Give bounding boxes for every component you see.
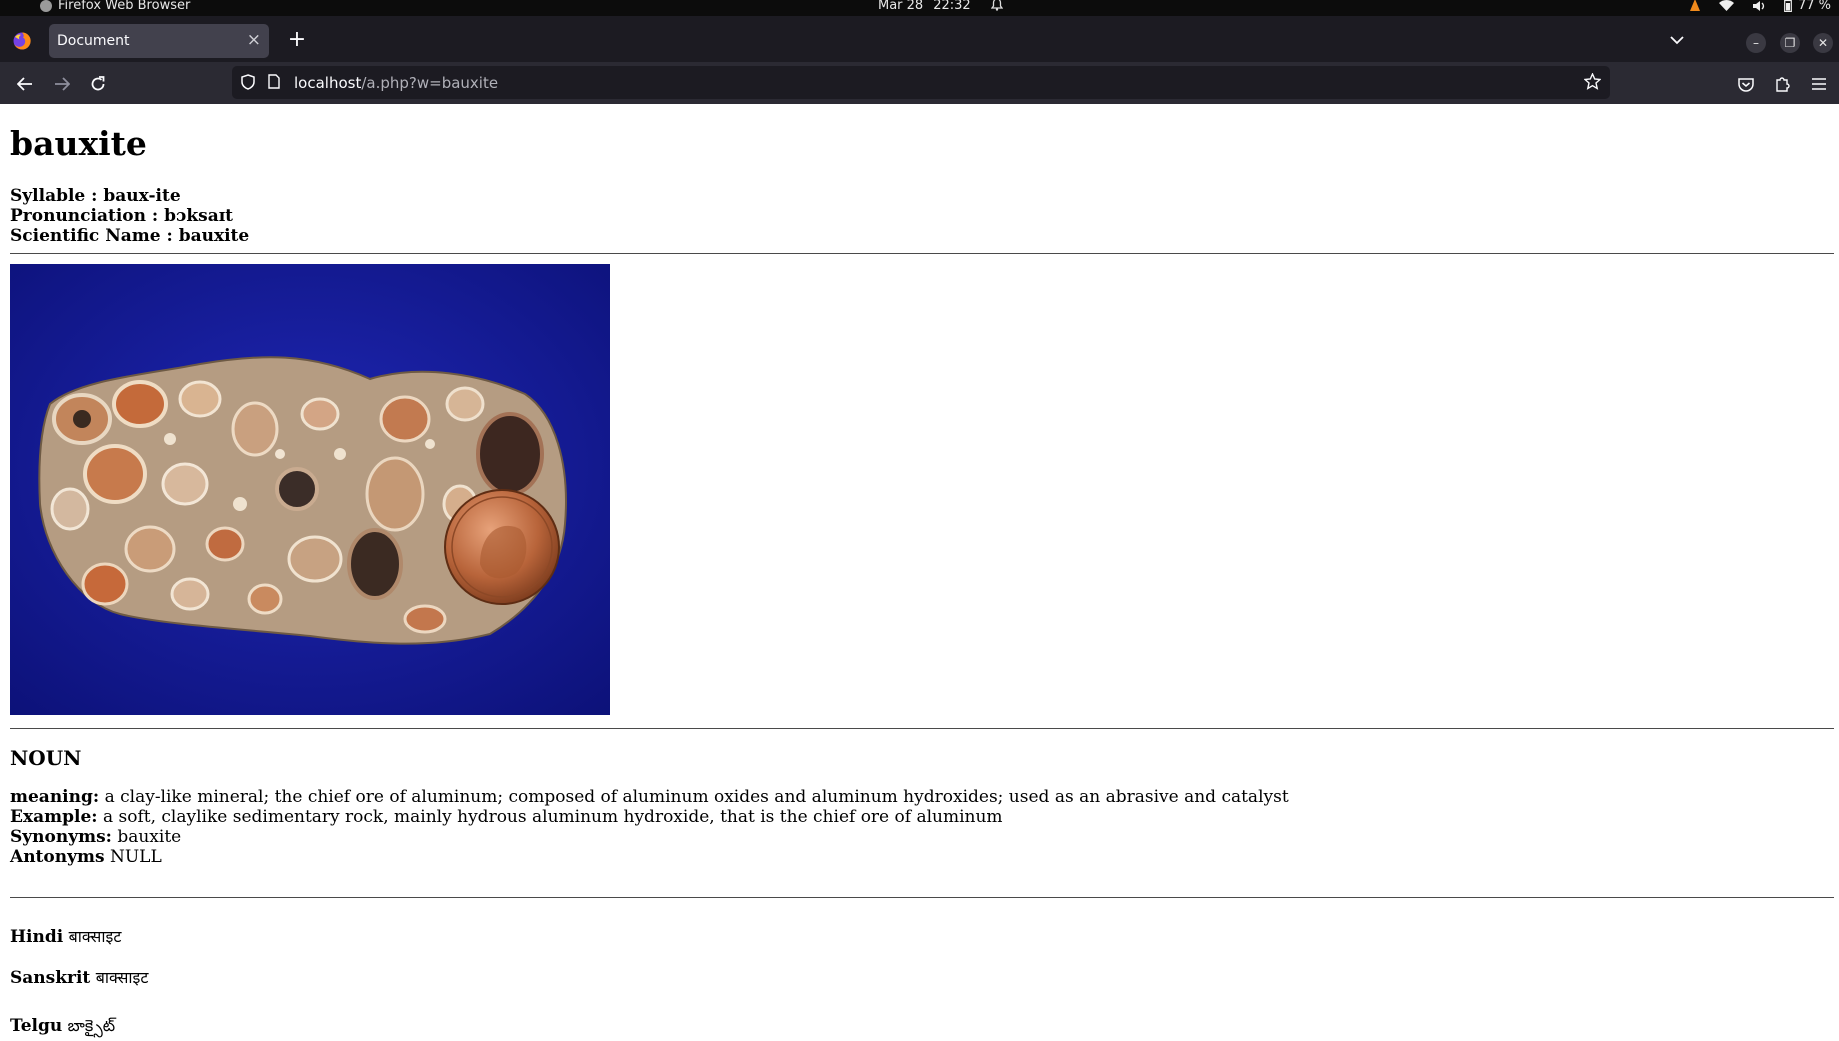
minimize-icon[interactable]: – (1746, 33, 1766, 53)
scientific-name-label: Scientific Name : (10, 226, 173, 246)
tab-document[interactable]: Document × (49, 24, 269, 58)
reload-icon[interactable] (87, 73, 109, 95)
divider (10, 728, 1834, 729)
volume-icon[interactable] (1752, 0, 1766, 12)
battery-icon[interactable]: 77 % (1784, 0, 1831, 13)
bauxite-specimen-image (10, 264, 610, 715)
synonyms-label: Synonyms: (10, 827, 112, 847)
example-text: a soft, claylike sedimentary rock, mainl… (102, 807, 1003, 827)
translation-text: बाक्साइट (68, 927, 122, 946)
translation-sanskrit: Sanskrit बाक्साइट (10, 966, 148, 988)
scientific-name-value: bauxite (178, 226, 250, 246)
forward-arrow-icon[interactable] (51, 73, 73, 95)
firefox-app-icon (40, 0, 52, 12)
navigation-bar: localhost/a.php?w=bauxite (0, 62, 1839, 104)
url-path: /a.php?w=bauxite (361, 74, 499, 92)
syllable-label: Syllable : (10, 186, 98, 206)
antonyms-label: Antonyms (10, 847, 105, 867)
back-arrow-icon[interactable] (14, 73, 36, 95)
firefox-logo-icon[interactable] (13, 32, 31, 54)
clock-date: Mar 28 (878, 0, 924, 13)
syllable-value: baux-ite (103, 186, 181, 206)
tab-strip: Document × + – ❐ ✕ (0, 16, 1839, 62)
url-bar[interactable]: localhost/a.php?w=bauxite (232, 66, 1610, 99)
vlc-icon[interactable] (1689, 0, 1701, 12)
translation-text: బాక్సైట్ (67, 1016, 116, 1035)
page-content: bauxite Syllable : baux-ite Pronunciatio… (0, 104, 1839, 1041)
system-top-bar: Firefox Web Browser Mar 28 22:32 77 % (0, 0, 1839, 16)
bell-icon (990, 0, 1003, 15)
pocket-icon[interactable] (1735, 73, 1757, 95)
pronunciation-value: bɔksaɪt (164, 206, 234, 226)
divider (10, 253, 1834, 254)
meaning-line: meaning: a clay-like mineral; the chief … (10, 787, 1289, 807)
translation-language: Hindi (10, 927, 64, 947)
divider (10, 897, 1834, 898)
syllable-line: Syllable : baux-ite (10, 186, 181, 206)
activities-app-menu[interactable]: Firefox Web Browser (40, 0, 190, 13)
synonyms-line: Synonyms: bauxite (10, 827, 181, 847)
battery-percent: 77 % (1797, 0, 1831, 13)
wifi-icon[interactable] (1718, 0, 1734, 11)
list-all-tabs-chevron-icon[interactable] (1670, 30, 1684, 49)
close-window-icon[interactable]: ✕ (1813, 33, 1833, 53)
example-label: Example: (10, 807, 98, 827)
translation-language: Telgu (10, 1016, 63, 1036)
url-text[interactable]: localhost/a.php?w=bauxite (294, 74, 498, 92)
new-tab-plus-icon[interactable]: + (283, 25, 311, 55)
clock-time: 22:32 (933, 0, 971, 13)
meaning-label: meaning: (10, 787, 100, 807)
part-of-speech: NOUN (10, 746, 82, 770)
example-line: Example: a soft, claylike sedimentary ro… (10, 807, 1003, 827)
page-info-icon[interactable] (268, 74, 280, 93)
pronunciation-label: Pronunciation : (10, 206, 159, 226)
antonyms-line: Antonyms NULL (10, 847, 162, 867)
scientific-name-line: Scientific Name : bauxite (10, 226, 249, 246)
tracking-protection-shield-icon[interactable] (241, 74, 255, 94)
restore-icon[interactable]: ❐ (1780, 33, 1800, 53)
translation-text: बाक्साइट (95, 968, 149, 987)
app-name: Firefox Web Browser (58, 0, 191, 13)
bookmark-star-icon[interactable] (1583, 72, 1602, 94)
system-tray[interactable]: 77 % (1689, 0, 1831, 13)
synonyms-text: bauxite (117, 827, 182, 847)
pronunciation-line: Pronunciation : bɔksaɪt (10, 206, 233, 226)
tab-close-icon[interactable]: × (247, 30, 261, 50)
translation-hindi: Hindi बाक्साइट (10, 925, 121, 947)
extensions-puzzle-icon[interactable] (1771, 73, 1793, 95)
url-host: localhost (294, 74, 362, 92)
translation-language: Sanskrit (10, 968, 91, 988)
meaning-text: a clay-like mineral; the chief ore of al… (104, 787, 1289, 807)
translation-telugu: Telgu బాక్సైట్ (10, 1016, 115, 1039)
hamburger-menu-icon[interactable] (1808, 73, 1830, 95)
word-heading: bauxite (10, 124, 147, 163)
clock[interactable]: Mar 28 22:32 (878, 0, 1003, 15)
antonyms-text: NULL (109, 847, 162, 867)
tab-title: Document (57, 33, 130, 49)
